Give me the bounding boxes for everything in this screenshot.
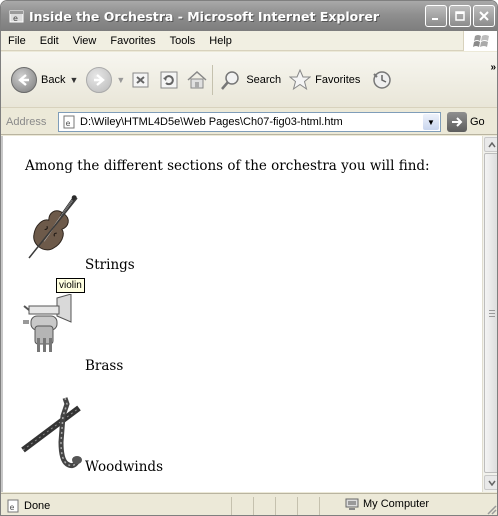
refresh-icon [160,71,178,88]
status-pane [253,496,275,515]
trumpet-icon[interactable] [23,293,83,368]
scroll-up-arrow-icon [487,141,496,147]
refresh-button[interactable] [157,68,181,92]
standard-toolbar: Back ▼ ▼ Search Favorites » [1,52,497,108]
section-label-brass: Brass [85,358,124,374]
minimize-button[interactable] [425,5,447,27]
svg-text:e: e [10,503,15,512]
home-button[interactable] [185,68,209,92]
status-pane [231,496,253,515]
toolbar-overflow-chevron-icon[interactable]: » [490,62,496,73]
close-button[interactable] [473,5,495,27]
page-done-icon: e [7,499,19,512]
maximize-button[interactable] [449,5,471,27]
my-computer-icon [345,498,359,510]
scroll-thumb[interactable] [484,153,497,473]
svg-text:e: e [13,14,18,23]
toolbar-separator [212,64,214,95]
violin-icon[interactable] [23,188,83,272]
status-pane [297,496,319,515]
status-bar: e Done My Computer [1,493,497,515]
page-icon: e [61,114,77,130]
stop-button[interactable] [129,68,153,92]
go-arrow-icon [447,112,467,132]
section-label-strings: Strings [85,257,135,273]
status-text: Done [24,499,51,512]
section-label-woodwinds: Woodwinds [85,459,163,475]
address-bar: Address e ▼ Go [1,109,497,135]
minimize-icon [432,18,438,20]
scroll-down-button[interactable] [484,475,497,490]
address-field[interactable]: e ▼ [58,112,441,132]
menu-favorites[interactable]: Favorites [103,35,162,47]
favorites-label: Favorites [315,73,361,86]
favorites-button[interactable]: Favorites [285,62,364,98]
status-pane [275,496,297,515]
menu-edit[interactable]: Edit [33,35,66,47]
intro-text: Among the different sections of the orch… [25,158,430,174]
back-dropdown-icon[interactable]: ▼ [69,75,78,85]
menu-bar: File Edit View Favorites Tools Help [1,31,497,51]
go-button[interactable]: Go [447,112,485,132]
favorites-star-icon [289,68,312,90]
stop-icon [132,72,149,87]
address-dropdown-icon[interactable]: ▼ [423,114,439,130]
home-icon [187,70,207,88]
forward-button[interactable]: ▼ [82,62,129,98]
saxophone-icon[interactable] [21,394,83,480]
menu-file[interactable]: File [1,35,33,47]
close-icon [479,11,489,21]
forward-dropdown-icon[interactable]: ▼ [116,75,125,85]
status-pane [319,496,341,515]
go-label: Go [470,116,485,128]
back-arrow-icon [11,66,37,93]
security-zone: My Computer [345,497,429,511]
address-input[interactable] [80,114,420,130]
vertical-scrollbar[interactable] [482,136,497,492]
search-icon [221,70,240,90]
maximize-icon [455,11,465,21]
scroll-down-arrow-icon [487,480,496,486]
zone-label: My Computer [363,498,430,510]
browser-window: e Inside the Orchestra - Microsoft Inter… [0,0,498,516]
window-title: Inside the Orchestra - Microsoft Interne… [29,8,380,24]
svg-text:e: e [66,119,71,128]
history-button[interactable] [370,68,394,92]
history-icon [373,70,392,89]
back-button[interactable]: Back ▼ [7,62,82,98]
search-button[interactable]: Search [216,62,285,98]
back-label: Back [41,73,66,86]
title-bar[interactable]: e Inside the Orchestra - Microsoft Inter… [1,1,497,31]
internet-explorer-icon: e [8,8,24,24]
search-label: Search [246,73,282,86]
address-label: Address [6,115,47,128]
scroll-up-button[interactable] [484,137,497,152]
menu-tools[interactable]: Tools [163,35,203,47]
windows-flag-icon [463,31,497,51]
page-content: Among the different sections of the orch… [1,136,482,492]
menu-help[interactable]: Help [202,35,239,47]
menu-view[interactable]: View [66,35,104,47]
violin-tooltip: violin [56,278,85,293]
resize-grip-icon[interactable] [485,503,497,515]
forward-arrow-icon [86,66,113,93]
